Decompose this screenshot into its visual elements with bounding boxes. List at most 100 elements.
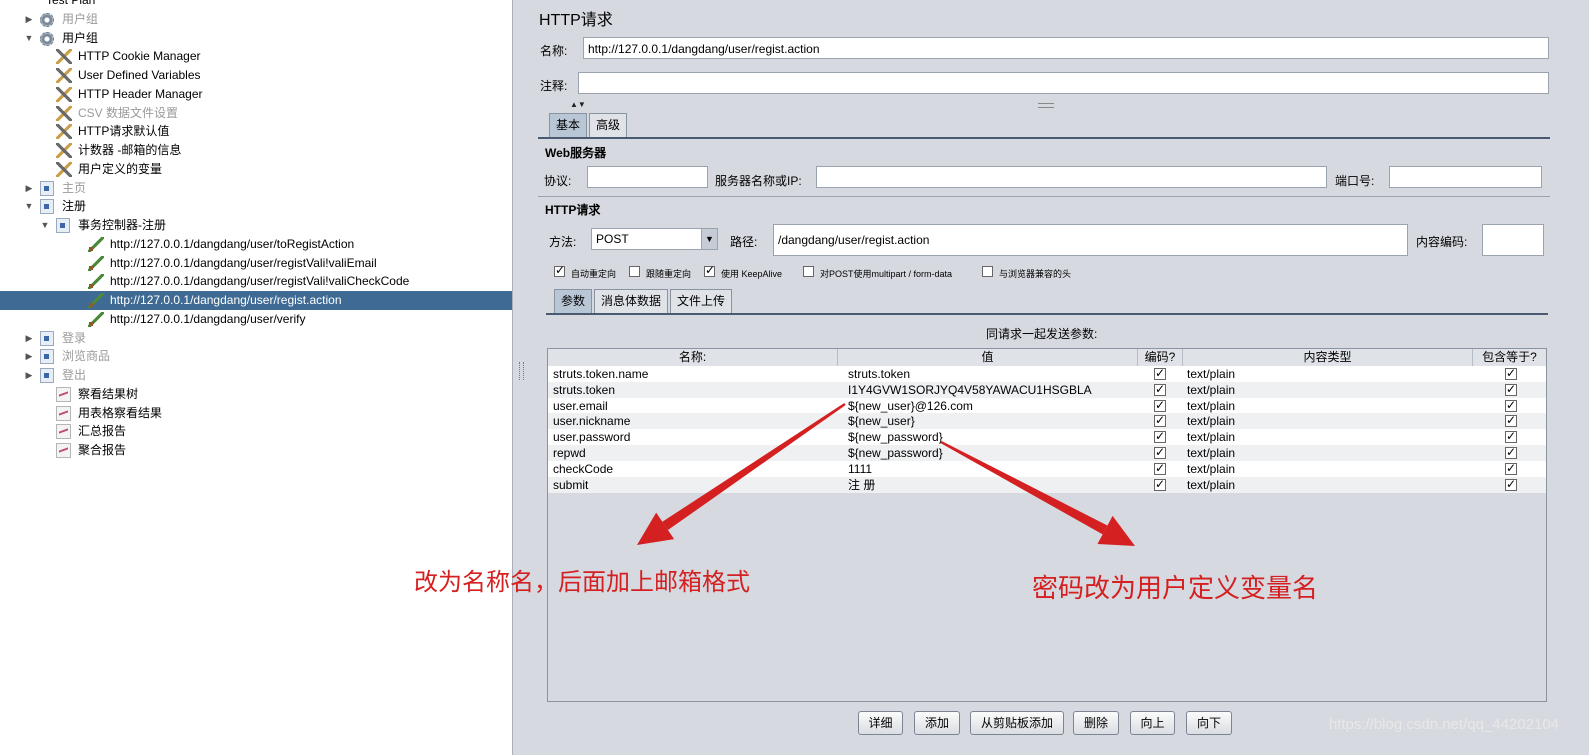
column-header-name[interactable]: 名称:	[548, 349, 838, 366]
server-field[interactable]	[816, 166, 1327, 188]
include-equals-checkbox[interactable]	[1505, 428, 1517, 444]
table-row[interactable]: user.nickname ${new_user} text/plain	[548, 412, 1546, 430]
tree-node[interactable]: 计数器 -邮箱的信息	[0, 141, 512, 160]
tree-node[interactable]: 察看结果树	[0, 385, 512, 404]
content-type-cell[interactable]: text/plain	[1187, 461, 1235, 477]
method-select[interactable]: POST ▼	[591, 228, 718, 250]
param-value-cell[interactable]: ${new_user}@126.com	[848, 398, 973, 414]
multipart-checkbox[interactable]	[803, 266, 814, 277]
encoding-field[interactable]	[1482, 224, 1544, 256]
tree-node[interactable]: ▶ 用户组	[0, 10, 512, 29]
expand-toggle-icon[interactable]: ▶	[24, 366, 34, 385]
expand-toggle-icon[interactable]: ▶	[24, 10, 34, 29]
tree-node[interactable]: http://127.0.0.1/dangdang/user/toRegistA…	[0, 235, 512, 254]
table-row[interactable]: repwd ${new_password} text/plain	[548, 444, 1546, 461]
name-field[interactable]: http://127.0.0.1/dangdang/user/regist.ac…	[583, 37, 1549, 59]
expand-toggle-icon[interactable]: ▶	[24, 347, 34, 366]
encode-checkbox[interactable]	[1154, 428, 1166, 444]
include-equals-checkbox[interactable]	[1505, 460, 1517, 476]
encode-checkbox[interactable]	[1154, 397, 1166, 413]
include-equals-checkbox[interactable]	[1505, 381, 1517, 397]
content-type-cell[interactable]: text/plain	[1187, 398, 1235, 414]
tree-node[interactable]: 用户定义的变量	[0, 160, 512, 179]
collapse-toggle-icon[interactable]: ▼	[24, 197, 34, 216]
collapse-arrows-icon[interactable]: ▲▼	[570, 100, 586, 109]
table-row[interactable]: struts.token.name struts.token text/plain	[548, 365, 1546, 382]
table-row[interactable]: submit 注 册 text/plain	[548, 476, 1546, 493]
port-field[interactable]	[1389, 166, 1542, 188]
protocol-field[interactable]	[587, 166, 708, 188]
keepalive-checkbox[interactable]	[704, 263, 715, 277]
expand-toggle-icon[interactable]: ▶	[24, 179, 34, 198]
tab-basic[interactable]: 基本	[549, 113, 588, 137]
parameters-table[interactable]: 名称: 值 编码? 内容类型 包含等于? struts.token.name st…	[547, 348, 1547, 702]
tree-node[interactable]: 聚合报告	[0, 441, 512, 460]
splitter-grip[interactable]	[519, 362, 524, 380]
tab-parameters[interactable]: 参数	[554, 289, 593, 313]
tab-body-data[interactable]: 消息体数据	[594, 289, 669, 313]
param-value-cell[interactable]: ${new_password}	[848, 429, 943, 445]
param-name-cell[interactable]: user.nickname	[553, 413, 630, 429]
collapse-toggle-icon[interactable]: ▼	[24, 29, 34, 48]
table-row[interactable]: struts.token I1Y4GVW1SORJYQ4V58YAWACU1HSG…	[548, 381, 1546, 398]
param-value-cell[interactable]: struts.token	[848, 366, 910, 382]
test-plan-tree[interactable]: Test Plan ▶ 用户组 ▼ 用户组 HTTP Cookie Manager User…	[0, 0, 512, 755]
param-name-cell[interactable]: struts.token.name	[553, 366, 648, 382]
param-name-cell[interactable]: submit	[553, 477, 588, 493]
detail-button[interactable]: 详细	[858, 711, 903, 735]
include-equals-checkbox[interactable]	[1505, 412, 1517, 428]
tree-node[interactable]: ▶ 登录	[0, 329, 512, 348]
table-row[interactable]: checkCode 1111 text/plain	[548, 460, 1546, 477]
encode-checkbox[interactable]	[1154, 381, 1166, 397]
include-equals-checkbox[interactable]	[1505, 444, 1517, 460]
comment-field[interactable]	[578, 72, 1549, 94]
param-value-cell[interactable]: 注 册	[848, 477, 875, 493]
tree-node[interactable]: http://127.0.0.1/dangdang/user/verify	[0, 310, 512, 329]
param-name-cell[interactable]: repwd	[553, 445, 586, 461]
param-name-cell[interactable]: user.email	[553, 398, 608, 414]
encode-checkbox[interactable]	[1154, 412, 1166, 428]
content-type-cell[interactable]: text/plain	[1187, 382, 1235, 398]
move-up-button[interactable]: 向上	[1130, 711, 1175, 735]
param-value-cell[interactable]: ${new_user}	[848, 413, 915, 429]
move-down-button[interactable]: 向下	[1186, 711, 1232, 735]
tree-node[interactable]: 汇总报告	[0, 422, 512, 441]
table-row[interactable]: user.email ${new_user}@126.com text/plain	[548, 397, 1546, 414]
tree-node[interactable]: http://127.0.0.1/dangdang/user/registVal…	[0, 254, 512, 273]
column-header-encode[interactable]: 编码?	[1138, 349, 1183, 366]
content-type-cell[interactable]: text/plain	[1187, 413, 1235, 429]
tab-advanced[interactable]: 高级	[589, 113, 628, 137]
encode-checkbox[interactable]	[1154, 460, 1166, 476]
tree-node[interactable]: ▼ 用户组	[0, 29, 512, 48]
include-equals-checkbox[interactable]	[1505, 397, 1517, 413]
browser-compatible-checkbox[interactable]	[982, 266, 993, 277]
chevron-down-icon[interactable]: ▼	[701, 229, 717, 249]
param-value-cell[interactable]: I1Y4GVW1SORJYQ4V58YAWACU1HSGBLA	[848, 382, 1092, 398]
tree-node[interactable]: Test Plan	[0, 0, 512, 10]
content-type-cell[interactable]: text/plain	[1187, 477, 1235, 493]
auto-redirect-checkbox[interactable]	[554, 263, 565, 277]
column-header-value[interactable]: 值	[838, 349, 1138, 366]
table-row[interactable]: user.password ${new_password} text/plain	[548, 428, 1546, 446]
param-name-cell[interactable]: user.password	[553, 429, 630, 445]
expand-toggle-icon[interactable]: ▶	[24, 329, 34, 348]
tree-node[interactable]: http://127.0.0.1/dangdang/user/registVal…	[0, 272, 512, 291]
tree-node[interactable]: ▼ 注册	[0, 197, 512, 216]
pane-splitter[interactable]	[512, 0, 530, 755]
tree-node[interactable]: ▶ 登出	[0, 366, 512, 385]
column-header-include-equals[interactable]: 包含等于?	[1473, 349, 1546, 366]
divider-handle[interactable]	[1038, 103, 1054, 108]
encode-checkbox[interactable]	[1154, 444, 1166, 460]
path-field[interactable]: /dangdang/user/regist.action	[773, 224, 1408, 256]
column-header-content-type[interactable]: 内容类型	[1183, 349, 1473, 366]
encode-checkbox[interactable]	[1154, 476, 1166, 492]
include-equals-checkbox[interactable]	[1505, 365, 1517, 381]
tree-node[interactable]: ▶ 主页	[0, 179, 512, 198]
tree-node[interactable]: User Defined Variables	[0, 66, 512, 85]
encode-checkbox[interactable]	[1154, 365, 1166, 381]
tree-node[interactable]: ▶ 浏览商品	[0, 347, 512, 366]
param-name-cell[interactable]: checkCode	[553, 461, 613, 477]
content-type-cell[interactable]: text/plain	[1187, 445, 1235, 461]
tree-node[interactable]: HTTP Cookie Manager	[0, 47, 512, 66]
collapse-toggle-icon[interactable]: ▼	[40, 216, 50, 235]
